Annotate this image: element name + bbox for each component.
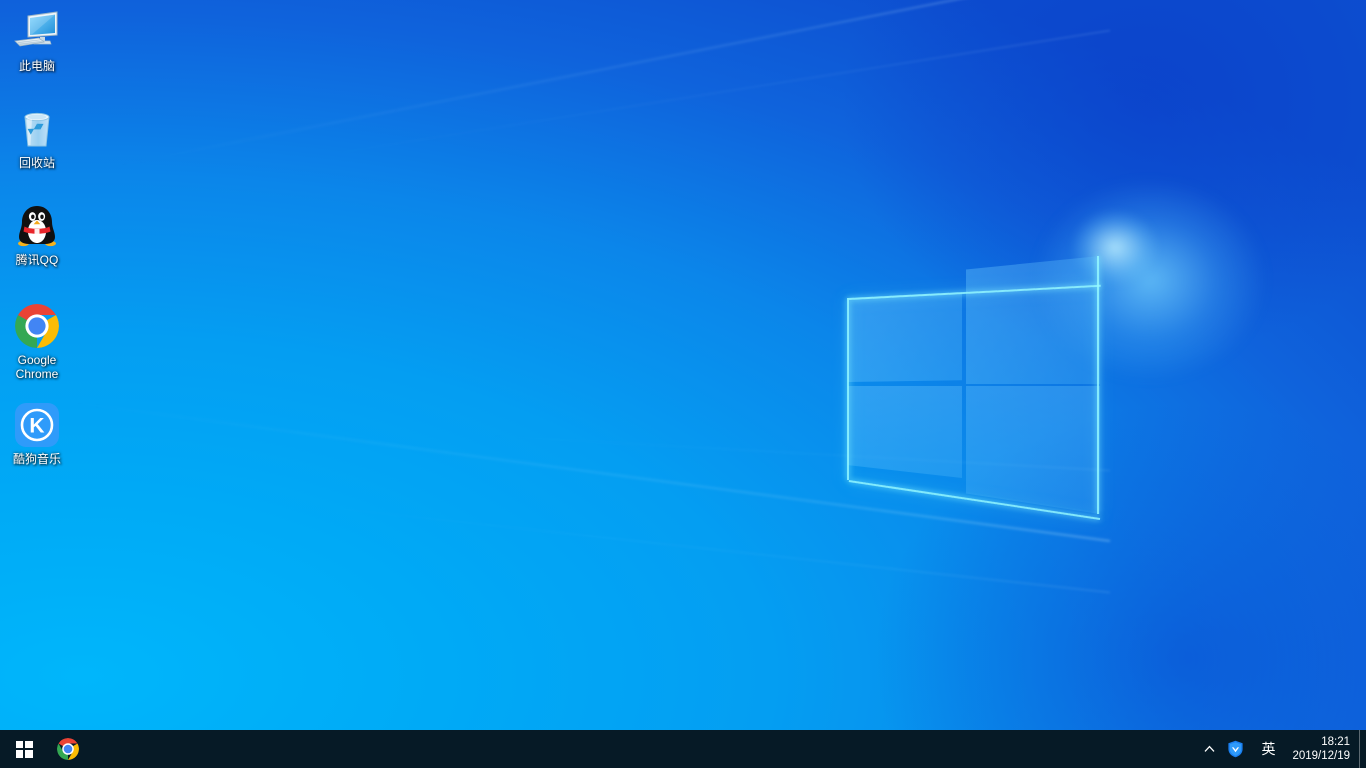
start-pane [15,749,24,758]
clock-time: 18:21 [1321,736,1350,748]
show-desktop-button[interactable] [1359,730,1366,768]
google-chrome-icon [57,738,79,760]
chevron-up-icon [1204,745,1215,752]
this-pc-monitor-icon [13,8,61,56]
start-button[interactable] [0,730,48,768]
tray-overflow-button[interactable] [1198,730,1221,768]
desktop-icon-label: 酷狗音乐 [12,452,61,466]
desktop-icon-label: 腾讯QQ [15,253,59,267]
svg-text:K: K [29,415,44,438]
logo-pane-bottom-right [966,386,1100,514]
desktop-icon-label: 回收站 [18,156,55,170]
desktop-icon-google-chrome[interactable]: Google Chrome [0,302,74,381]
tray-item-ime-language[interactable]: 英 [1250,730,1286,768]
taskbar-app-google-chrome[interactable] [48,730,88,768]
desktop-icon-this-pc[interactable]: 此电脑 [0,8,74,73]
logo-edge-right [1097,256,1099,514]
start-pane [24,740,33,749]
start-pane [15,740,24,749]
desktop[interactable]: 此电脑 回收站 腾讯QQ Google Chrome K 酷狗音乐 英 18:2… [0,0,1366,768]
tencent-pc-manager-shield-icon [1228,740,1244,758]
tencent-qq-penguin-icon [13,202,61,250]
desktop-wallpaper [0,0,1366,768]
system-tray[interactable]: 英 18:21 2019/12/19 [1198,730,1366,768]
start-pane [24,749,33,758]
tray-item-tencent-pc-manager[interactable] [1221,730,1250,768]
desktop-icon-recycle-bin[interactable]: 回收站 [0,105,74,170]
logo-pane-bottom-left [848,386,962,478]
desktop-icon-label: Google Chrome [15,353,59,381]
ime-language-indicator: 英 [1261,741,1276,757]
logo-pane-top-left [848,292,962,382]
windows-hero-logo [844,252,1104,520]
windows-start-icon [15,740,33,758]
taskbar-clock[interactable]: 18:21 2019/12/19 [1286,730,1359,768]
desktop-icon-tencent-qq[interactable]: 腾讯QQ [0,202,74,267]
logo-edge-left [847,298,849,480]
logo-pane-top-right [966,256,1100,384]
google-chrome-icon [13,302,61,350]
desktop-icon-label: 此电脑 [18,59,55,73]
clock-date: 2019/12/19 [1292,750,1350,762]
taskbar[interactable]: 英 18:21 2019/12/19 [0,730,1366,768]
kugou-music-icon: K [13,401,61,449]
desktop-icon-kugou-music[interactable]: K 酷狗音乐 [0,401,74,466]
recycle-bin-icon [13,105,61,153]
